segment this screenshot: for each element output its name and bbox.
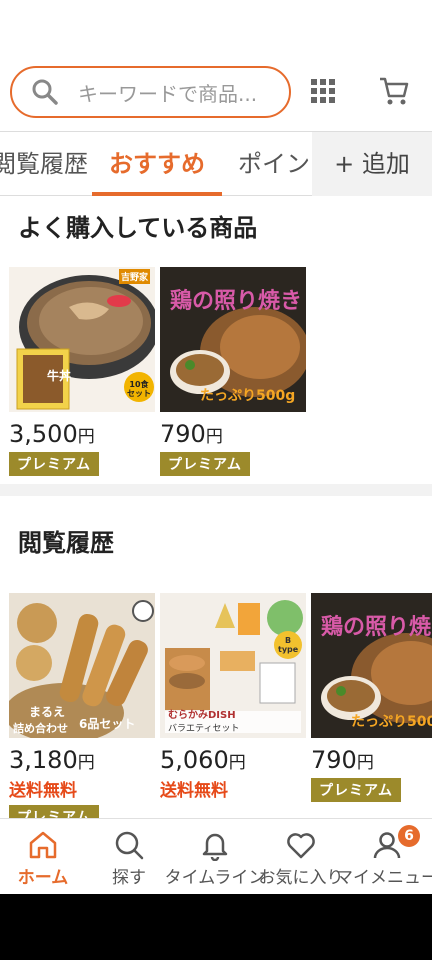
product-image-variety-set[interactable]: むらかみDISH バラエティセット B type — [160, 593, 306, 738]
search-icon — [115, 831, 144, 860]
search-box[interactable]: キーワードで商品... — [10, 66, 291, 118]
nav-home[interactable]: ホーム — [0, 819, 86, 895]
section-divider — [0, 484, 432, 496]
nav-search[interactable]: 探す — [86, 819, 172, 895]
thumb-text-brand: むらかみDISH — [168, 710, 236, 721]
nav-timeline[interactable]: タイムライン — [165, 819, 265, 895]
tab-points[interactable]: ポイン — [238, 132, 312, 196]
free-shipping-label: 送料無料 — [9, 781, 77, 801]
section-title-history: 閲覧履歴 — [18, 529, 114, 557]
home-icon — [29, 831, 57, 859]
product-price: 790円 — [160, 420, 223, 448]
product-price: 3,180円 — [9, 746, 95, 774]
thumb-text-brand: まるえ — [29, 705, 66, 719]
notification-badge: 6 — [398, 825, 420, 847]
thumb-text-product: 牛丼 — [47, 369, 72, 383]
thumb-text-assort: 詰め合わせ — [13, 722, 68, 735]
thumb-text-title: 鶏の照り焼き — [170, 289, 303, 314]
product-image-teriyaki[interactable]: 鶏の照り焼き たっぷり500g — [160, 267, 306, 412]
thumb-text-type: B type — [278, 636, 299, 654]
thumb-text-title: 鶏の照り焼き — [321, 615, 432, 640]
thumb-text-brand: 吉野家 — [119, 269, 151, 284]
search-header: キーワードで商品... — [0, 66, 432, 118]
thumb-text-set: 10食セット — [127, 380, 151, 398]
thumb-text-variety: バラエティセット — [168, 724, 240, 734]
search-icon — [32, 79, 58, 105]
premium-badge: プレミアム — [160, 452, 251, 476]
premium-badge: プレミアム — [311, 778, 402, 802]
free-shipping-label: 送料無料 — [160, 781, 228, 801]
product-image-teriyaki[interactable]: 鶏の照り焼き たっぷり500g — [311, 593, 432, 738]
product-card[interactable]: 鶏の照り焼き たっぷり500g 790円 プレミアム — [311, 593, 432, 802]
heart-icon — [287, 833, 315, 859]
tab-recommend[interactable]: おすすめ — [92, 132, 222, 196]
nav-mymenu[interactable]: 6 マイメニュー — [336, 819, 432, 895]
add-tab-button[interactable]: + 追加 — [312, 132, 432, 196]
product-price: 5,060円 — [160, 746, 246, 774]
product-image-fried-set[interactable]: まるえ 詰め合わせ 6品セット — [9, 593, 155, 738]
thumb-text-weight: たっぷり500g — [200, 388, 296, 404]
grid-icon[interactable] — [311, 79, 335, 103]
cart-icon[interactable] — [378, 75, 410, 107]
product-image-gyudon[interactable]: 吉野家 牛丼 10食セット — [9, 267, 155, 412]
nav-mymenu-label: マイメニュー — [336, 868, 432, 888]
product-price: 3,500円 — [9, 420, 95, 448]
nav-favorites[interactable]: お気に入り — [258, 819, 344, 895]
thumb-text-weight: たっぷり500g — [351, 714, 432, 730]
product-card[interactable]: まるえ 詰め合わせ 6品セット 3,180円 送料無料 プレミアム — [9, 593, 155, 829]
product-card[interactable]: 鶏の照り焼き たっぷり500g 790円 プレミアム — [160, 267, 306, 476]
search-input[interactable]: キーワードで商品... — [78, 78, 278, 107]
product-price: 790円 — [311, 746, 374, 774]
system-nav-bar — [0, 894, 432, 960]
tab-history[interactable]: 閲覧履歴 — [0, 132, 88, 196]
thumb-text-set: 6品セット — [79, 717, 136, 731]
premium-badge: プレミアム — [9, 452, 100, 476]
product-card[interactable]: むらかみDISH バラエティセット B type 5,060円 送料無料 — [160, 593, 306, 801]
bell-icon — [202, 833, 228, 861]
section-title-frequent: よく購入している商品 — [18, 214, 258, 242]
bottom-nav: ホーム 探す タイムライン お気に入り 6 マイメニュー — [0, 818, 432, 894]
product-card[interactable]: 吉野家 牛丼 10食セット 3,500円 プレミアム — [9, 267, 155, 476]
category-tabs: 閲覧履歴 おすすめ ポイン + 追加 — [0, 131, 432, 196]
